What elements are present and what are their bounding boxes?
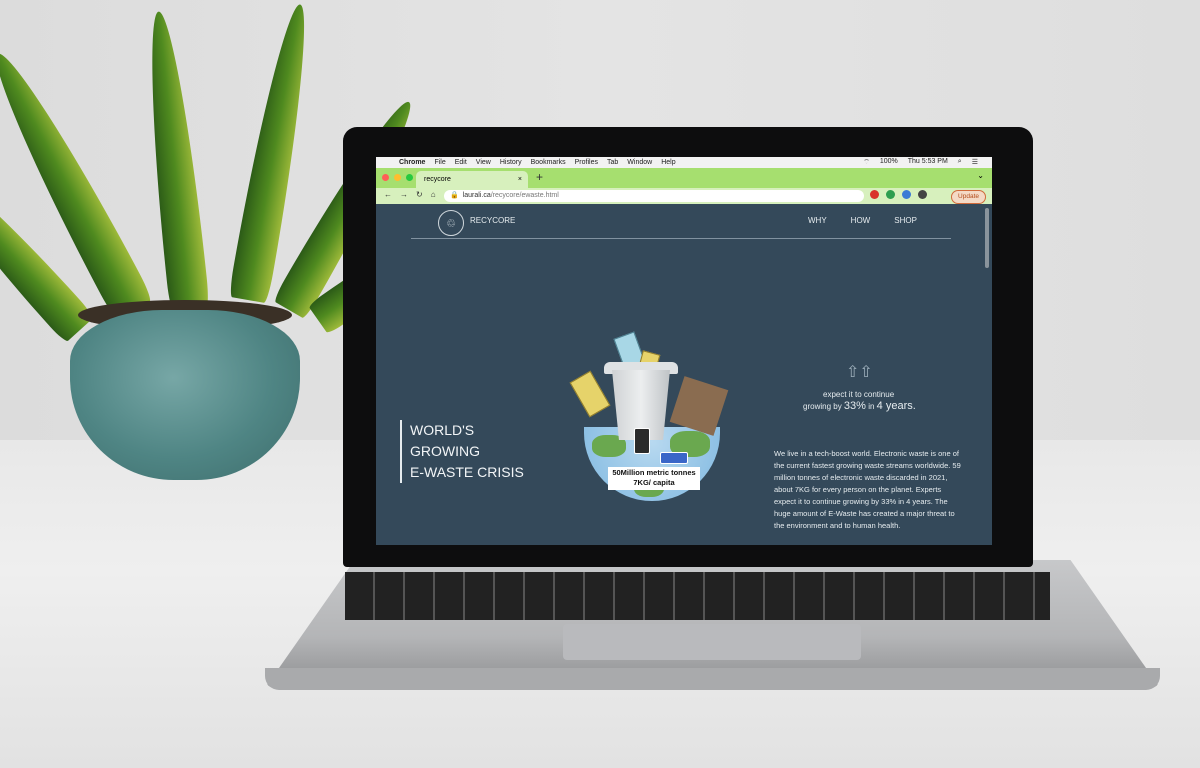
window-controls <box>382 174 413 181</box>
growth-arrows-icon: ⇧⇧ <box>846 364 873 381</box>
tab-title: recycore <box>424 176 451 183</box>
nav-buttons: ← → ↻ ⌂ <box>384 190 436 199</box>
url-host: laurali.ca <box>462 192 491 199</box>
browser-tab-bar: recycore × + ⌄ <box>376 168 992 188</box>
stat-percent: 33% <box>843 400 866 412</box>
extension-icon[interactable] <box>902 190 911 199</box>
maximize-window-icon[interactable] <box>406 174 413 181</box>
tab-search-icon[interactable]: ⌄ <box>977 171 984 180</box>
menu-help[interactable]: Help <box>661 159 675 166</box>
remote-icon <box>660 452 688 464</box>
nav-how[interactable]: HOW <box>851 216 871 225</box>
menu-history[interactable]: History <box>500 159 522 166</box>
laptop-screen: Chrome File Edit View History Bookmarks … <box>376 157 992 545</box>
laptop-base-edge <box>265 668 1160 690</box>
brand-name[interactable]: RECYCORE <box>470 216 515 225</box>
menu-window[interactable]: Window <box>627 159 652 166</box>
stat-line-2: growing by 33% in 4 years. <box>803 400 916 412</box>
laptop-keyboard <box>345 572 1050 620</box>
menu-tab[interactable]: Tab <box>607 159 618 166</box>
extension-icon[interactable] <box>870 190 879 199</box>
mac-menu-bar: Chrome File Edit View History Bookmarks … <box>376 157 992 168</box>
stat-mid: in <box>868 402 875 411</box>
phone-icon <box>634 428 650 454</box>
home-icon[interactable]: ⌂ <box>431 190 436 199</box>
headline-line-3: E-WASTE CRISIS <box>410 464 524 480</box>
menu-bookmarks[interactable]: Bookmarks <box>531 159 566 166</box>
url-path: /recycore/ewaste.html <box>490 192 559 199</box>
new-tab-button[interactable]: + <box>536 170 543 184</box>
illustration-label: 50Million metric tonnes 7KG/ capita <box>608 467 700 490</box>
page-headline: WORLD'S GROWING E-WASTE CRISIS <box>400 420 524 483</box>
illustration-label-line-1: 50Million metric tonnes <box>612 468 696 477</box>
web-page: ♲ RECYCORE WHY HOW SHOP WORLD'S GROWING … <box>376 204 992 545</box>
circuit-board <box>569 370 611 418</box>
illustration-label-line-2: 7KG/ capita <box>633 478 675 487</box>
wifi-icon[interactable]: ⌔ <box>863 158 870 167</box>
menu-chrome[interactable]: Chrome <box>399 159 425 166</box>
extension-icons <box>870 190 927 199</box>
laptop-trackpad <box>563 624 861 660</box>
menu-view[interactable]: View <box>476 159 491 166</box>
minimize-window-icon[interactable] <box>394 174 401 181</box>
tab-close-icon[interactable]: × <box>518 171 522 188</box>
search-icon[interactable]: ⌕ <box>958 158 962 167</box>
intro-paragraph: We live in a tech-boost world. Electroni… <box>774 449 961 530</box>
back-icon[interactable]: ← <box>384 190 392 199</box>
headline-line-2: GROWING <box>410 443 480 459</box>
nav-shop[interactable]: SHOP <box>894 216 917 225</box>
forward-icon[interactable]: → <box>400 190 408 199</box>
extension-icon[interactable] <box>886 190 895 199</box>
battery-percent[interactable]: 100% <box>880 158 898 167</box>
stat-line-1: expect it to continue <box>823 390 895 399</box>
close-window-icon[interactable] <box>382 174 389 181</box>
scrollbar[interactable] <box>985 208 989 268</box>
nav-why[interactable]: WHY <box>808 216 827 225</box>
menu-edit[interactable]: Edit <box>455 159 467 166</box>
browser-toolbar: ← → ↻ ⌂ 🔒 laurali.ca/recycore/ewaste.html… <box>376 188 992 204</box>
stat-years: 4 years. <box>876 400 916 412</box>
browser-tab[interactable]: recycore × <box>416 171 528 188</box>
clock[interactable]: Thu 5:53 PM <box>908 158 948 167</box>
stat-prefix: growing by <box>803 402 842 411</box>
control-center-icon[interactable]: ☰ <box>972 158 978 167</box>
lock-icon[interactable]: 🔒 <box>450 192 459 199</box>
avatar[interactable] <box>918 190 927 199</box>
headline-line-1: WORLD'S <box>410 422 475 438</box>
reload-icon[interactable]: ↻ <box>416 190 423 199</box>
address-bar[interactable]: 🔒 laurali.ca/recycore/ewaste.html <box>444 190 864 202</box>
site-nav: WHY HOW SHOP <box>808 216 917 225</box>
menu-profiles[interactable]: Profiles <box>575 159 598 166</box>
recycle-logo-icon[interactable]: ♲ <box>438 210 464 236</box>
menu-file[interactable]: File <box>434 159 445 166</box>
header-divider <box>411 238 951 239</box>
update-button[interactable]: Update <box>951 190 986 204</box>
